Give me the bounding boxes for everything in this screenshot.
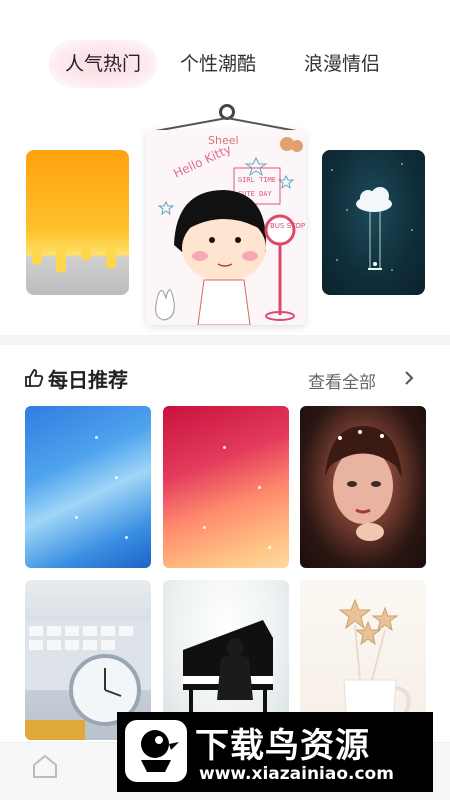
wallpaper-tile-girl-portrait[interactable] <box>300 406 426 568</box>
thumbs-up-icon <box>25 369 44 387</box>
wallpaper-tile-blue-light[interactable] <box>25 406 151 568</box>
drip-shape <box>32 247 42 265</box>
sparkle <box>258 486 261 489</box>
tab-romantic[interactable]: 浪漫情侣 <box>304 40 380 88</box>
watermark-banner: 下载鸟资源 www.xiazainiao.com <box>117 712 433 792</box>
tab-popular[interactable]: 人气热门 <box>49 40 157 88</box>
tab-cool[interactable]: 个性潮酷 <box>180 40 256 88</box>
svg-text:BUS STOP: BUS STOP <box>270 222 305 230</box>
svg-text:GIRL TIME: GIRL TIME <box>238 176 276 184</box>
watermark-title: 下载鸟资源 <box>195 726 370 766</box>
section-divider <box>0 335 450 345</box>
daily-recommend-header: 每日推荐 查看全部 <box>0 362 450 396</box>
sparkle <box>95 436 98 439</box>
cloud-swing-illustration <box>331 163 413 271</box>
category-tabs: 人气热门 个性潮酷 浪漫情侣 <box>0 40 450 88</box>
sparkle <box>203 526 206 529</box>
sparkle <box>125 536 128 539</box>
wallpaper-tile-red-light[interactable] <box>163 406 289 568</box>
watermark-url: www.xiazainiao.com <box>199 764 394 784</box>
bird-logo-icon <box>125 720 187 782</box>
section-title: 每日推荐 <box>48 368 128 392</box>
sparkle <box>223 446 226 449</box>
chibi-maruko-illustration: Hello Kitty Sheel GIRL TIME CUTE DAY BUS… <box>146 130 306 325</box>
view-all-link[interactable]: 查看全部 <box>308 368 376 393</box>
carousel-item-cloud-swing[interactable] <box>322 150 425 295</box>
carousel-item-orange-drip[interactable] <box>26 150 129 295</box>
home-icon[interactable] <box>31 753 59 779</box>
svg-text:Sheel: Sheel <box>208 134 239 147</box>
drip-shape <box>56 247 66 273</box>
drip-shape <box>81 247 91 261</box>
wallpaper-app-screen: 人气热门 个性潮酷 浪漫情侣 Hello Kitty Sheel GIRL TI… <box>0 0 450 800</box>
drip-shape <box>106 247 116 269</box>
girl-portrait-illustration <box>325 426 402 541</box>
carousel-item-chibi-maruko[interactable]: Hello Kitty Sheel GIRL TIME CUTE DAY BUS… <box>146 130 306 325</box>
chevron-right-icon[interactable] <box>404 370 414 386</box>
sparkle <box>268 546 271 549</box>
wallpaper-carousel: Hello Kitty Sheel GIRL TIME CUTE DAY BUS… <box>0 100 450 330</box>
wallpaper-grid <box>0 406 450 746</box>
sparkle <box>75 516 78 519</box>
sparkle <box>115 476 118 479</box>
